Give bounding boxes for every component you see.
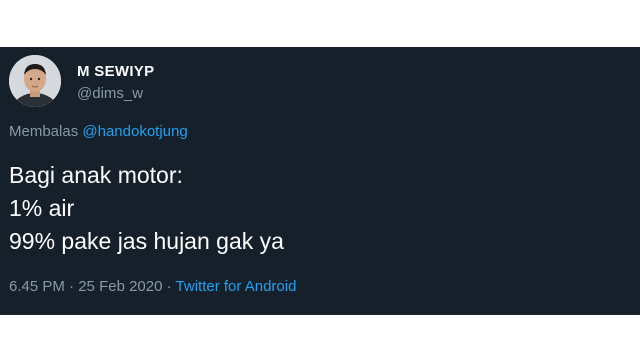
avatar[interactable] <box>9 55 61 107</box>
tweet-text-line: 99% pake jas hujan gak ya <box>9 228 284 254</box>
display-name[interactable]: M SEWIYP <box>77 63 154 80</box>
reply-context: Membalas @handokotjung <box>9 123 188 140</box>
reply-to-handle-link[interactable]: @handokotjung <box>82 123 187 140</box>
tweet-time[interactable]: 6.45 PM <box>9 278 65 295</box>
tweet-card: M SEWIYP @dims_w Membalas @handokotjung … <box>0 47 640 315</box>
meta-separator: · <box>64 278 79 295</box>
tweet-text-line: 1% air <box>9 195 75 221</box>
tweet-date[interactable]: 25 Feb 2020 <box>78 278 162 295</box>
user-avatar-photo-icon <box>9 55 61 107</box>
tweet-text-line: Bagi anak motor: <box>9 162 183 188</box>
tweet-meta: 6.45 PM · 25 Feb 2020 · Twitter for Andr… <box>9 278 296 295</box>
tweet-text: Bagi anak motor: 1% air 99% pake jas huj… <box>9 159 284 258</box>
reply-prefix: Membalas <box>9 123 79 140</box>
user-handle[interactable]: @dims_w <box>77 85 143 102</box>
tweet-source-link[interactable]: Twitter for Android <box>176 278 297 295</box>
meta-separator: · <box>162 278 176 295</box>
